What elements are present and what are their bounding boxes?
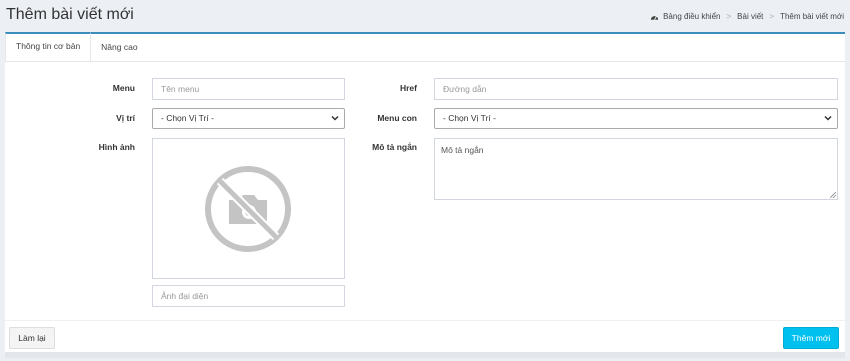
submit-button[interactable]: Thêm mới xyxy=(783,327,839,349)
description-label: Mô tả ngắn xyxy=(372,142,417,152)
tab-advanced[interactable]: Nâng cao xyxy=(91,34,147,62)
image-alt-input[interactable]: Ảnh đại diện xyxy=(152,285,345,307)
chevron-down-icon xyxy=(331,115,339,121)
submenu-select-value: - Chọn Vị Trí - xyxy=(443,113,496,123)
breadcrumb-separator: > xyxy=(726,12,732,21)
breadcrumb-section[interactable]: Bài viết xyxy=(737,12,763,21)
tab-bar: Thông tin cơ bản Nâng cao xyxy=(5,32,845,62)
href-input[interactable]: Đường dẫn xyxy=(434,78,838,100)
menu-input[interactable]: Tên menu xyxy=(152,78,345,100)
dashboard-icon xyxy=(650,15,659,20)
position-select[interactable]: - Chọn Vị Trí - xyxy=(152,108,345,129)
image-label: Hình ảnh xyxy=(98,142,135,152)
description-textarea[interactable]: Mô tả ngắn xyxy=(434,138,838,200)
breadcrumb-current: Thêm bài viết mới xyxy=(780,12,844,21)
menu-label: Menu xyxy=(112,83,135,93)
reset-button[interactable]: Làm lại xyxy=(9,327,55,349)
breadcrumb: Bảng điều khiển > Bài viết > Thêm bài vi… xyxy=(650,12,844,21)
position-select-value: - Chọn Vị Trí - xyxy=(161,113,214,123)
submenu-label: Menu con xyxy=(377,113,417,123)
no-image-camera-icon xyxy=(205,166,291,252)
chevron-down-icon xyxy=(824,115,832,121)
resize-grip-icon[interactable] xyxy=(830,192,836,198)
card-shadow xyxy=(5,352,845,358)
footer-divider xyxy=(5,320,845,321)
tab-basic-info[interactable]: Thông tin cơ bản xyxy=(5,32,92,61)
breadcrumb-home[interactable]: Bảng điều khiển xyxy=(663,12,720,21)
breadcrumb-separator: > xyxy=(769,12,775,21)
submenu-select[interactable]: - Chọn Vị Trí - xyxy=(434,108,838,129)
form-card: Thông tin cơ bản Nâng cao Menu Tên menu … xyxy=(5,32,845,352)
href-label: Href xyxy=(399,83,417,93)
position-label: Vị trí xyxy=(116,113,135,123)
description-placeholder: Mô tả ngắn xyxy=(441,145,484,155)
page-header: Thêm bài viết mới Bảng điều khiển > Bài … xyxy=(0,0,850,32)
image-upload-box[interactable] xyxy=(152,138,345,279)
page-title: Thêm bài viết mới xyxy=(6,6,134,23)
